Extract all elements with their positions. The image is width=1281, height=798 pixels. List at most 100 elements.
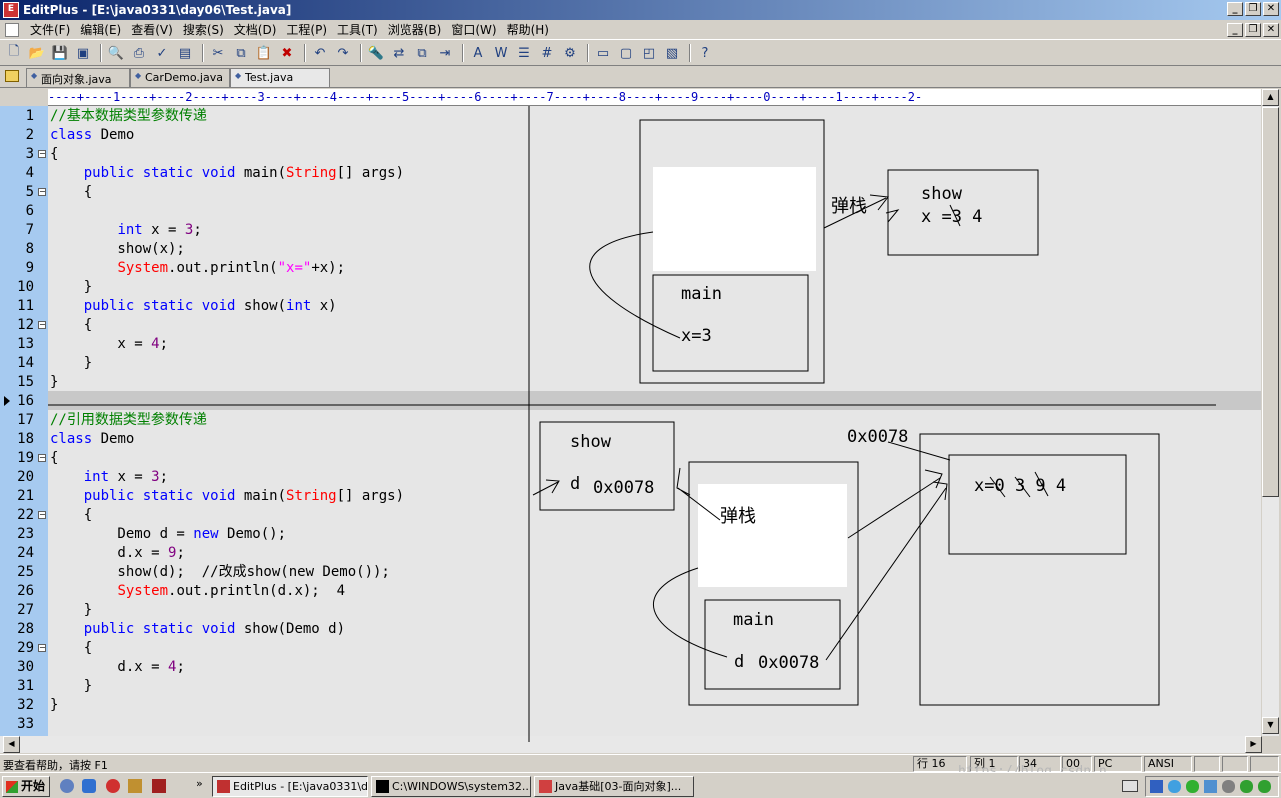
code-line[interactable]: public static void show(Demo d) bbox=[50, 620, 345, 639]
code-line[interactable]: public static void show(int x) bbox=[50, 297, 337, 316]
quicklaunch-security-icon[interactable] bbox=[60, 779, 74, 793]
line-number[interactable]: 21 bbox=[0, 487, 34, 506]
line-number[interactable]: 29 bbox=[0, 639, 34, 658]
window-arrange-icon[interactable]: ◰ bbox=[639, 43, 659, 63]
cut-icon[interactable]: ✂ bbox=[208, 43, 228, 63]
open-file-icon[interactable]: 📂 bbox=[27, 43, 47, 63]
scroll-down-arrow-icon[interactable]: ▼ bbox=[1262, 717, 1279, 734]
line-number[interactable]: 9 bbox=[0, 259, 34, 278]
copy-icon[interactable]: ⧉ bbox=[231, 43, 251, 63]
code-line[interactable]: x = 4; bbox=[50, 335, 168, 354]
undo-icon[interactable]: ↶ bbox=[310, 43, 330, 63]
code-line[interactable]: public static void main(String[] args) bbox=[50, 164, 404, 183]
line-number-icon[interactable]: # bbox=[537, 43, 557, 63]
replace-icon[interactable]: ⇄ bbox=[389, 43, 409, 63]
minimize-button[interactable]: _ bbox=[1227, 2, 1243, 16]
code-line[interactable]: Demo d = new Demo(); bbox=[50, 525, 286, 544]
line-number[interactable]: 4 bbox=[0, 164, 34, 183]
fold-toggle-icon[interactable]: − bbox=[38, 644, 46, 652]
mdi-restore-button[interactable]: ❐ bbox=[1245, 23, 1261, 37]
code-line[interactable]: //引用数据类型参数传递 bbox=[50, 411, 207, 430]
quicklaunch-editplus-icon[interactable] bbox=[152, 779, 166, 793]
code-line[interactable]: class Demo bbox=[50, 126, 134, 145]
tray-display-icon[interactable] bbox=[1204, 780, 1217, 793]
code-line[interactable]: d.x = 9; bbox=[50, 544, 184, 563]
font-icon[interactable]: A bbox=[468, 43, 488, 63]
save-all-icon[interactable]: ▣ bbox=[73, 43, 93, 63]
fold-toggle-icon[interactable]: − bbox=[38, 150, 46, 158]
help-icon[interactable]: ? bbox=[695, 43, 715, 63]
new-file-icon[interactable]: 🗋 bbox=[4, 43, 24, 63]
spellcheck-icon[interactable]: ✓ bbox=[152, 43, 172, 63]
mdi-close-button[interactable]: ✕ bbox=[1263, 23, 1279, 37]
code-line[interactable]: System.out.println("x="+x); bbox=[50, 259, 345, 278]
code-line[interactable]: } bbox=[50, 354, 92, 373]
print-preview-icon[interactable]: 🔍 bbox=[106, 43, 126, 63]
line-number[interactable]: 3 bbox=[0, 145, 34, 164]
code-line[interactable]: { bbox=[50, 145, 58, 164]
folder-icon[interactable] bbox=[5, 70, 19, 82]
fold-toggle-icon[interactable]: − bbox=[38, 511, 46, 519]
code-line[interactable]: } bbox=[50, 373, 58, 392]
tray-gear-icon[interactable] bbox=[1222, 780, 1235, 793]
code-line[interactable]: int x = 3; bbox=[50, 468, 168, 487]
browser-preview-icon[interactable]: ▤ bbox=[175, 43, 195, 63]
keyboard-icon[interactable] bbox=[1122, 780, 1138, 792]
line-number[interactable]: 6 bbox=[0, 202, 34, 221]
line-number[interactable]: 31 bbox=[0, 677, 34, 696]
code-line[interactable]: } bbox=[50, 696, 58, 715]
line-number[interactable]: 27 bbox=[0, 601, 34, 620]
task-cmd[interactable]: C:\WINDOWS\system32... bbox=[371, 776, 531, 797]
menu-view[interactable]: 查看(V) bbox=[126, 21, 178, 38]
delete-icon[interactable]: ✖ bbox=[277, 43, 297, 63]
code-line[interactable]: } bbox=[50, 601, 92, 620]
menu-edit[interactable]: 编辑(E) bbox=[75, 21, 126, 38]
window-cascade-icon[interactable]: ▢ bbox=[616, 43, 636, 63]
line-number[interactable]: 30 bbox=[0, 658, 34, 677]
code-line[interactable]: { bbox=[50, 639, 92, 658]
window-tile-icon[interactable]: ▭ bbox=[593, 43, 613, 63]
line-number[interactable]: 10 bbox=[0, 278, 34, 297]
code-line[interactable]: class Demo bbox=[50, 430, 134, 449]
code-line[interactable]: public static void main(String[] args) bbox=[50, 487, 404, 506]
line-number[interactable]: 13 bbox=[0, 335, 34, 354]
menu-file[interactable]: 文件(F) bbox=[25, 21, 75, 38]
menu-help[interactable]: 帮助(H) bbox=[502, 21, 554, 38]
code-line[interactable]: } bbox=[50, 278, 92, 297]
code-line[interactable]: { bbox=[50, 506, 92, 525]
tab-cardemo[interactable]: CarDemo.java bbox=[130, 68, 230, 87]
close-button[interactable]: ✕ bbox=[1263, 2, 1279, 16]
tray-network-icon[interactable] bbox=[1168, 780, 1181, 793]
code-line[interactable]: System.out.println(d.x); 4 bbox=[50, 582, 345, 601]
scroll-thumb[interactable] bbox=[1262, 107, 1279, 497]
line-number[interactable]: 1 bbox=[0, 107, 34, 126]
restore-button[interactable]: ❐ bbox=[1245, 2, 1261, 16]
line-number[interactable]: 23 bbox=[0, 525, 34, 544]
line-number[interactable]: 7 bbox=[0, 221, 34, 240]
line-number[interactable]: 22 bbox=[0, 506, 34, 525]
fold-toggle-icon[interactable]: − bbox=[38, 188, 46, 196]
code-line[interactable]: show(x); bbox=[50, 240, 184, 259]
start-button[interactable]: 开始 bbox=[2, 776, 50, 797]
line-number[interactable]: 2 bbox=[0, 126, 34, 145]
scroll-up-arrow-icon[interactable]: ▲ bbox=[1262, 89, 1279, 106]
paste-icon[interactable]: 📋 bbox=[254, 43, 274, 63]
line-number[interactable]: 14 bbox=[0, 354, 34, 373]
code-line[interactable]: { bbox=[50, 316, 92, 335]
code-editor[interactable] bbox=[48, 106, 1261, 736]
save-icon[interactable]: 💾 bbox=[50, 43, 70, 63]
code-line[interactable]: d.x = 4; bbox=[50, 658, 184, 677]
line-number[interactable]: 26 bbox=[0, 582, 34, 601]
line-number[interactable]: 8 bbox=[0, 240, 34, 259]
vertical-scrollbar[interactable]: ▲ ▼ bbox=[1262, 89, 1279, 736]
line-number[interactable]: 12 bbox=[0, 316, 34, 335]
code-line[interactable]: } bbox=[50, 677, 92, 696]
line-number[interactable]: 32 bbox=[0, 696, 34, 715]
fold-toggle-icon[interactable]: − bbox=[38, 454, 46, 462]
quicklaunch-ie-icon[interactable] bbox=[82, 779, 96, 793]
ruler-icon[interactable]: ☰ bbox=[514, 43, 534, 63]
code-line[interactable]: show(d); //改成show(new Demo()); bbox=[50, 563, 389, 582]
window-close-icon[interactable]: ▧ bbox=[662, 43, 682, 63]
tray-green-icon[interactable] bbox=[1186, 780, 1199, 793]
quicklaunch-more-icon[interactable]: » bbox=[196, 777, 203, 790]
